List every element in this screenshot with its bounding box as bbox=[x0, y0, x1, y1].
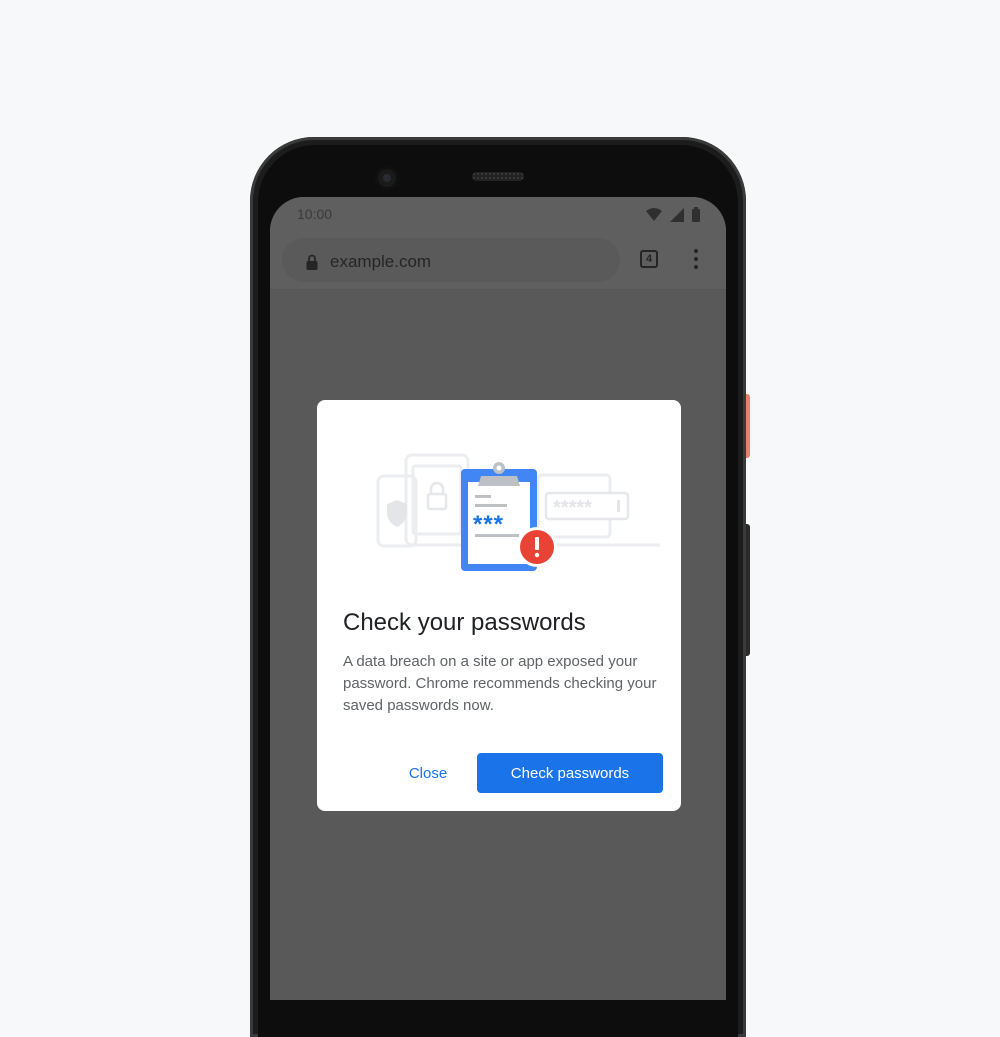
signal-icon bbox=[670, 208, 684, 222]
wifi-icon bbox=[646, 208, 662, 221]
status-time: 10:00 bbox=[297, 206, 333, 222]
tab-switcher-button[interactable]: 4 bbox=[640, 250, 658, 268]
omnibox[interactable]: example.com bbox=[282, 238, 620, 282]
status-bar: 10:00 bbox=[270, 197, 726, 233]
alert-icon bbox=[517, 527, 557, 567]
dialog-title: Check your passwords bbox=[343, 609, 586, 636]
padlock-icon bbox=[426, 481, 448, 511]
check-passwords-button[interactable]: Check passwords bbox=[477, 753, 663, 793]
url-text: example.com bbox=[330, 252, 432, 271]
svg-text:*****: ***** bbox=[553, 497, 592, 519]
password-field-icon: ***** bbox=[544, 491, 630, 521]
svg-text:***: *** bbox=[473, 511, 504, 538]
browser-toolbar: example.com 4 bbox=[270, 233, 726, 290]
more-vert-icon[interactable] bbox=[688, 247, 704, 271]
close-button[interactable]: Close bbox=[393, 753, 463, 793]
dialog-body: A data breach on a site or app exposed y… bbox=[343, 653, 657, 714]
shield-icon bbox=[387, 500, 407, 527]
earpiece-speaker bbox=[472, 172, 524, 181]
status-icons bbox=[646, 207, 700, 222]
front-camera bbox=[375, 166, 399, 190]
check-passwords-dialog: ***** *** Check your passwords A data br… bbox=[317, 400, 681, 811]
lock-icon bbox=[306, 254, 318, 270]
battery-icon bbox=[692, 207, 700, 222]
password-breach-illustration: ***** *** bbox=[376, 453, 660, 571]
